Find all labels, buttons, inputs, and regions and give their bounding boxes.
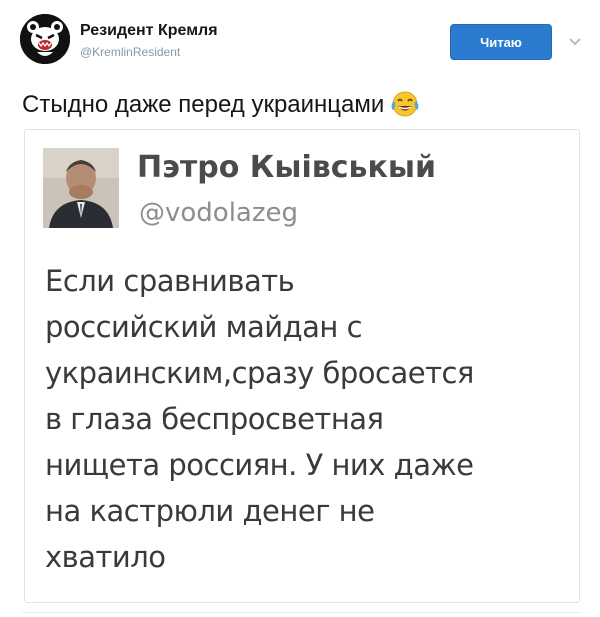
author-avatar[interactable]: [20, 14, 70, 64]
embedded-text-line: российский майдан с: [45, 310, 363, 344]
embedded-text-line: на кастрюли денег не: [45, 494, 375, 528]
embedded-author-avatar: [43, 148, 119, 228]
embedded-author-handle: @vodolazeg: [139, 198, 299, 228]
chevron-down-icon[interactable]: [568, 36, 582, 48]
embedded-tweet-card[interactable]: Пэтро Кыівськый @vodolazeg Если сравнива…: [24, 129, 580, 603]
follow-button[interactable]: Читаю: [450, 24, 552, 60]
embedded-tweet-text: Если сравнивать российский майдан с укра…: [45, 258, 565, 580]
bear-logo-icon: [20, 14, 70, 64]
author-name[interactable]: Резидент Кремля: [80, 22, 218, 40]
embedded-text-line: нищета россиян. У них даже: [45, 448, 474, 482]
embedded-text-line: хватило: [45, 540, 166, 574]
embedded-text-line: Если сравнивать: [45, 264, 295, 298]
tweet-text-content: Стыдно даже перед украинцами: [22, 91, 385, 118]
embedded-text-line: украинским,сразу бросается: [45, 356, 474, 390]
embedded-author-name: Пэтро Кыівськый: [137, 150, 436, 185]
author-handle[interactable]: @KremlinResident: [80, 45, 180, 59]
tweet-header: Резидент Кремля @KremlinResident Читаю: [20, 14, 586, 70]
tweet-text: Стыдно даже перед украинцами: [22, 90, 582, 126]
person-photo-icon: [43, 148, 119, 228]
embedded-text-line: в глаза беспросветная: [45, 402, 384, 436]
divider: [22, 612, 582, 613]
tears-of-joy-emoji-icon: [390, 90, 420, 126]
